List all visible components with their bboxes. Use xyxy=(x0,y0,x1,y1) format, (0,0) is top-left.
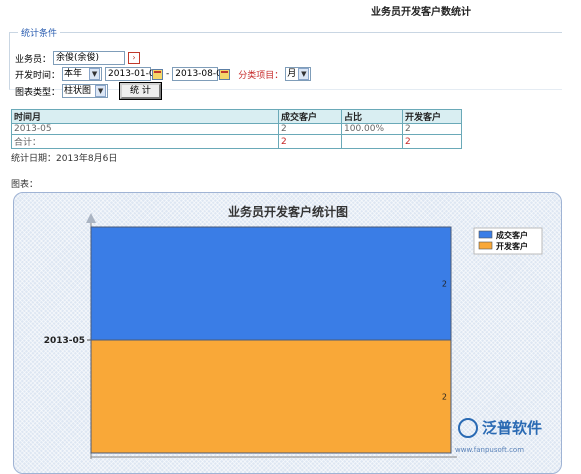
axis-arrow-icon xyxy=(86,213,96,223)
brand-name: 泛普软件 xyxy=(482,419,542,437)
bar-segment xyxy=(90,226,452,341)
data-label: 2 xyxy=(442,280,447,289)
legend-swatch xyxy=(478,241,493,250)
data-label: 2 xyxy=(442,393,447,402)
legend-label: 开发客户 xyxy=(496,241,528,251)
chart-title: 业务员开发客户统计图 xyxy=(228,204,348,219)
brand-logo-icon xyxy=(458,418,478,438)
bar-chart: 业务员开发客户统计图 2 2 2013-05 成交客户开发客户泛普软件 www.fanpu… xyxy=(44,204,543,459)
bar-segment xyxy=(90,339,452,454)
category-label: 2013-05 xyxy=(44,336,85,346)
legend-label: 成交客户 xyxy=(496,230,528,240)
brand-url: www.fanpusoft.com xyxy=(455,446,524,454)
legend-swatch xyxy=(478,230,493,239)
